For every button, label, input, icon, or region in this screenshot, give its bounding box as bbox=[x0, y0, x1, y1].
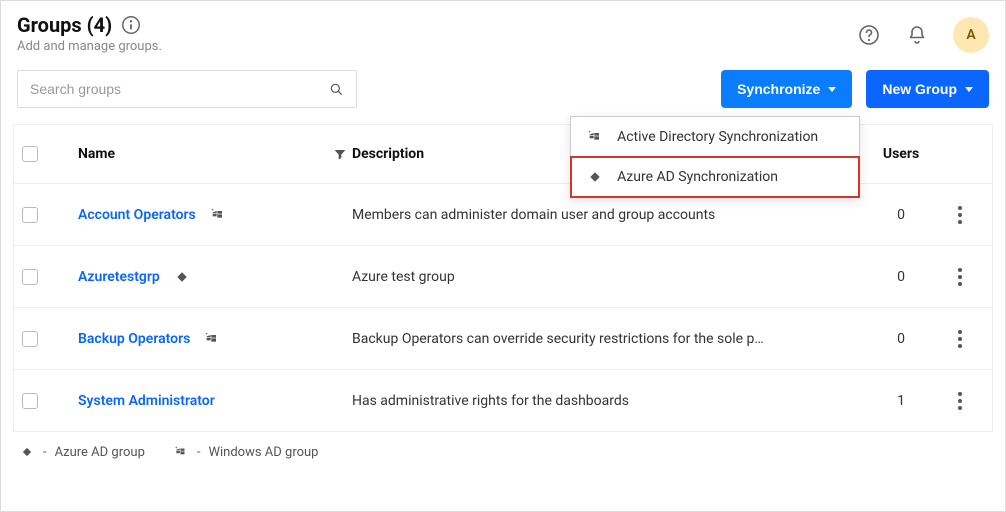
col-header-name[interactable]: Name bbox=[78, 146, 328, 162]
group-description: Members can administer domain user and g… bbox=[352, 207, 834, 223]
new-group-button[interactable]: New Group bbox=[866, 70, 989, 108]
col-header-users[interactable]: Users bbox=[866, 146, 936, 162]
legend-windows-label: Windows AD group bbox=[208, 445, 318, 460]
sync-option-label: Active Directory Synchronization bbox=[617, 129, 818, 145]
select-all-checkbox[interactable] bbox=[22, 146, 38, 162]
table-row: System Administrator Has administrative … bbox=[14, 369, 992, 431]
group-description: Backup Operators can override security r… bbox=[352, 331, 834, 347]
table-row: Azuretestgrp Azure test group 0 bbox=[14, 245, 992, 307]
page-title: Groups (4) bbox=[17, 13, 112, 37]
row-actions-icon[interactable] bbox=[936, 392, 984, 410]
row-checkbox[interactable] bbox=[22, 331, 38, 347]
group-users-count: 0 bbox=[866, 207, 936, 223]
synchronize-button[interactable]: Synchronize bbox=[721, 70, 852, 108]
search-icon bbox=[328, 81, 344, 97]
synchronize-label: Synchronize bbox=[737, 81, 820, 97]
legend-dash: - bbox=[197, 445, 201, 460]
windows-ad-icon bbox=[587, 129, 603, 145]
group-description: Azure test group bbox=[352, 269, 834, 285]
row-actions-icon[interactable] bbox=[936, 330, 984, 348]
sync-option-azure-ad[interactable]: Azure AD Synchronization bbox=[570, 156, 860, 198]
filter-name-icon[interactable] bbox=[328, 146, 352, 162]
azure-ad-icon bbox=[587, 169, 603, 185]
row-checkbox[interactable] bbox=[22, 207, 38, 223]
row-actions-icon[interactable] bbox=[936, 206, 984, 224]
page-subtitle: Add and manage groups. bbox=[17, 39, 162, 54]
group-users-count: 0 bbox=[866, 331, 936, 347]
search-input[interactable] bbox=[30, 81, 328, 97]
row-checkbox[interactable] bbox=[22, 393, 38, 409]
group-link[interactable]: Account Operators bbox=[78, 207, 196, 223]
chevron-down-icon bbox=[965, 87, 973, 92]
help-icon[interactable] bbox=[857, 23, 881, 47]
info-icon[interactable] bbox=[120, 14, 142, 36]
windows-ad-icon bbox=[210, 207, 226, 223]
azure-ad-icon bbox=[19, 444, 35, 460]
chevron-down-icon bbox=[828, 87, 836, 92]
notifications-icon[interactable] bbox=[905, 23, 929, 47]
group-users-count: 1 bbox=[866, 393, 936, 409]
sync-option-active-directory[interactable]: Active Directory Synchronization bbox=[571, 117, 859, 157]
search-input-wrapper[interactable] bbox=[17, 70, 357, 108]
new-group-label: New Group bbox=[882, 81, 957, 97]
legend: - Azure AD group - Windows AD group bbox=[1, 432, 1005, 460]
legend-dash: - bbox=[43, 445, 47, 460]
synchronize-dropdown: Active Directory Synchronization Azure A… bbox=[570, 116, 860, 198]
windows-ad-icon bbox=[204, 331, 220, 347]
table-row: Backup Operators Backup Operators can ov… bbox=[14, 307, 992, 369]
group-link[interactable]: System Administrator bbox=[78, 393, 215, 409]
azure-ad-icon bbox=[174, 269, 190, 285]
group-description: Has administrative rights for the dashbo… bbox=[352, 393, 834, 409]
sync-option-label: Azure AD Synchronization bbox=[617, 169, 778, 185]
group-link[interactable]: Backup Operators bbox=[78, 331, 190, 347]
avatar[interactable]: A bbox=[953, 17, 989, 53]
legend-azure-label: Azure AD group bbox=[55, 445, 145, 460]
group-users-count: 0 bbox=[866, 269, 936, 285]
row-checkbox[interactable] bbox=[22, 269, 38, 285]
row-actions-icon[interactable] bbox=[936, 268, 984, 286]
windows-ad-icon bbox=[173, 444, 189, 460]
group-link[interactable]: Azuretestgrp bbox=[78, 269, 160, 285]
